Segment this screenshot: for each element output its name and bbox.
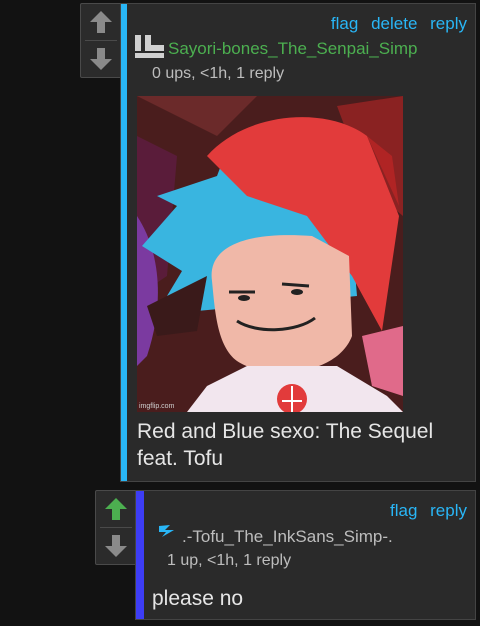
arrow-up-icon [90,11,112,33]
comment-1: flag delete reply Sayori-bones_The_Senpa… [120,3,476,482]
reply-link[interactable]: reply [430,501,467,520]
reply-link[interactable]: reply [430,14,467,33]
delete-link[interactable]: delete [371,14,417,33]
comment-1-actions: flag delete reply [323,14,467,34]
flag-link[interactable]: flag [331,14,358,33]
arrow-down-icon [105,535,127,557]
downvote-button[interactable] [81,41,121,77]
upvote-button[interactable] [81,4,121,40]
lightning-icon [159,525,174,537]
comment-1-username[interactable]: Sayori-bones_The_Senpai_Simp [168,39,418,59]
user-badge-icon [135,35,164,58]
image-watermark: imgflip.com [139,403,175,410]
arrow-down-icon [90,48,112,70]
vote-box-comment-1 [80,3,122,78]
comment-1-meta: 0 ups, <1h, 1 reply [152,65,285,82]
comment-2: flag reply .-Tofu_The_InkSans_Simp-. 1 u… [135,490,476,620]
comment-1-text-line-1: Red and Blue sexo: The Sequel [137,420,434,443]
comment-2-username[interactable]: .-Tofu_The_InkSans_Simp-. [182,527,393,547]
comment-1-accent-bar [121,4,127,481]
comment-2-accent-bar [136,491,144,619]
comment-1-text-line-2: feat. Tofu [137,447,224,470]
comment-1-image[interactable]: imgflip.com [137,96,403,412]
flag-link[interactable]: flag [390,501,417,520]
arrow-up-icon [105,498,127,520]
comment-1-text: Red and Blue sexo: The Sequel feat. Tofu [137,418,433,472]
comment-2-text: please no [152,587,244,610]
downvote-button[interactable] [96,528,136,564]
cartoon-boy-image [137,96,403,412]
vote-box-comment-2 [95,490,137,565]
upvote-button-active[interactable] [96,491,136,527]
comment-2-meta: 1 up, <1h, 1 reply [167,552,292,569]
comment-2-actions: flag reply [382,501,467,521]
